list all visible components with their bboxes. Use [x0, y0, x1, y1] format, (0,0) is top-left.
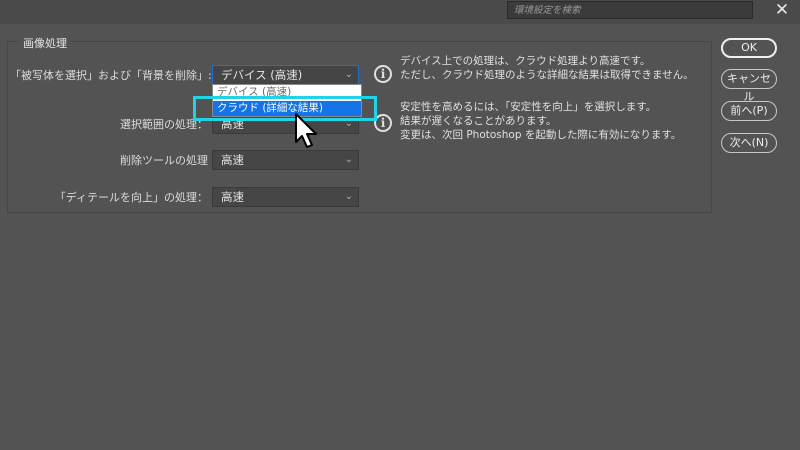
close-icon[interactable]: ✕ [771, 0, 793, 20]
chevron-down-icon: ⌄ [344, 191, 353, 202]
info-text-2: ただし、クラウド処理のような詳細な結果は取得できません。 [400, 69, 694, 81]
select-subject-value: デバイス (高速) [221, 68, 303, 82]
chevron-down-icon: ⌄ [344, 154, 353, 165]
info-icon[interactable]: i [374, 65, 392, 83]
ok-button[interactable]: OK [721, 38, 777, 58]
selection-processing-label: 選択範囲の処理： [120, 118, 208, 131]
next-button[interactable]: 次へ(N) [721, 133, 777, 153]
preferences-search-input[interactable]: 環境設定を検索 [507, 1, 753, 19]
info-text-5: 変更は、次回 Photoshop を起動した際に有効になります。 [400, 129, 682, 141]
chevron-down-icon: ⌄ [344, 69, 353, 80]
select-subject-dropdown[interactable]: デバイス (高速) ⌄ [212, 65, 359, 85]
select-subject-label: 「被写体を選択」および「背景を削除」: [10, 69, 212, 82]
remove-tool-value: 高速 [221, 153, 244, 167]
info-text-3: 安定性を高めるには、「安定性を向上」を選択します。 [400, 101, 657, 113]
info-text-4: 結果が遅くなることがあります。 [400, 115, 557, 127]
group-title: 画像処理 [18, 35, 72, 51]
cancel-button[interactable]: キャンセル [721, 69, 777, 103]
remove-tool-dropdown[interactable]: 高速 ⌄ [212, 150, 359, 170]
annotation-highlight-box [193, 96, 377, 121]
enhance-detail-label: 「ディテールを向上」の処理： [54, 191, 208, 204]
enhance-detail-dropdown[interactable]: 高速 ⌄ [212, 187, 359, 207]
pointer-cursor-icon [294, 112, 320, 154]
remove-tool-label: 削除ツールの処理 [120, 154, 208, 167]
prev-button[interactable]: 前へ(P) [721, 101, 777, 121]
info-text-1: デバイス上での処理は、クラウド処理より高速です。 [400, 55, 651, 67]
enhance-detail-value: 高速 [221, 190, 244, 204]
